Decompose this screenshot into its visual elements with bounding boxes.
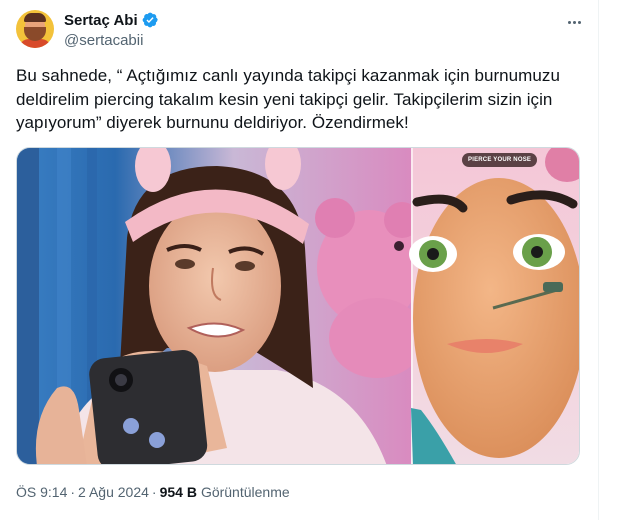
name-row: Sertaç Abi [64,11,159,29]
views-label: Görüntülenme [200,484,290,500]
tweet-media[interactable]: PIERCE YOUR NOSE [16,147,580,465]
tweet-header: Sertaç Abi @sertacabii [16,8,586,52]
more-horizontal-icon[interactable] [562,12,586,32]
tweet-meta: ÖS 9:14 · 2 Ağu 2024 · 954 B Görüntülenm… [16,484,290,500]
handle[interactable]: @sertacabii [64,32,143,49]
media-image [17,148,579,464]
meta-separator: · [70,484,76,500]
tweet-time[interactable]: ÖS 9:14 [16,484,67,500]
tweet-text: Bu sahnede, “ Açtığımız canlı yayında ta… [16,66,560,132]
tweet-date[interactable]: 2 Ağu 2024 [78,484,149,500]
column-divider [598,0,599,520]
views-count: 954 B [159,484,197,500]
verified-badge-icon[interactable] [141,11,159,29]
avatar[interactable] [16,10,54,48]
display-name[interactable]: Sertaç Abi [64,12,138,29]
media-badge: PIERCE YOUR NOSE [462,153,538,167]
meta-separator-2: · [151,484,157,500]
